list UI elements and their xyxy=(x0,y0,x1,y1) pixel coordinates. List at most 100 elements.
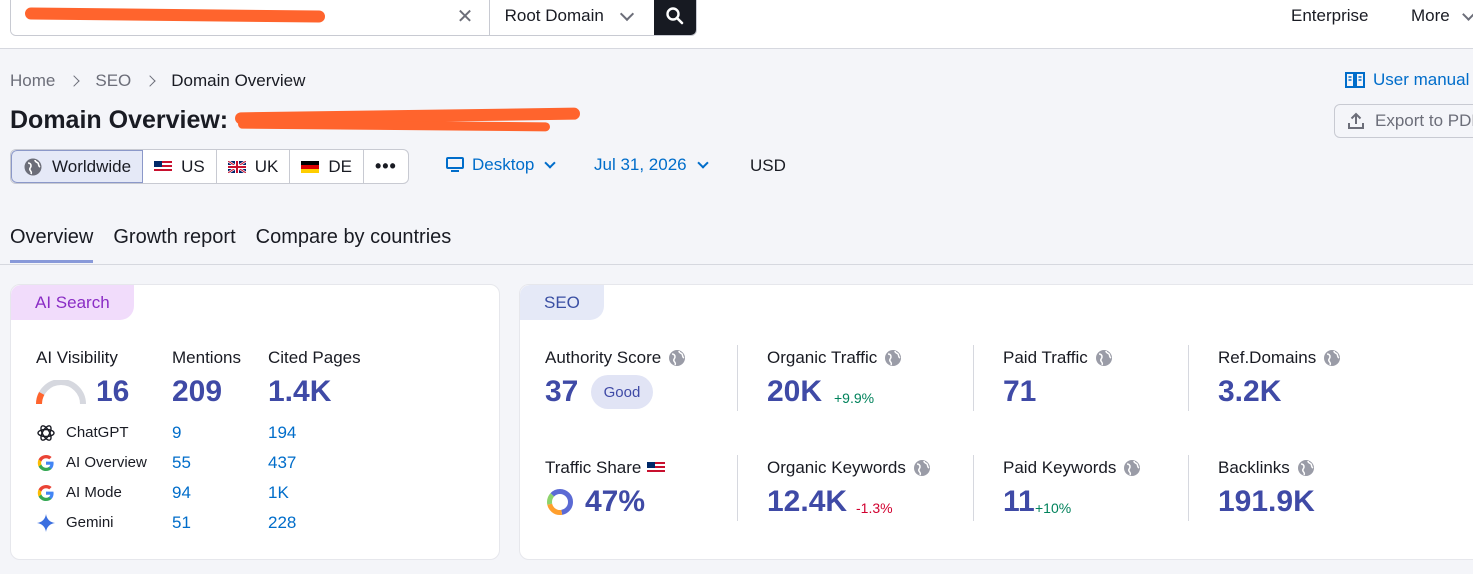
globe-icon xyxy=(913,460,930,476)
search-button[interactable] xyxy=(654,0,696,35)
country-us[interactable]: US xyxy=(143,150,217,183)
paid-traffic-label: Paid Traffic xyxy=(1003,348,1114,368)
flag-us-icon xyxy=(647,462,666,474)
metric-label: Traffic Share xyxy=(545,458,642,477)
breadcrumb: Home SEO Domain Overview xyxy=(10,71,305,91)
ai-row-mentions[interactable]: 55 xyxy=(172,453,191,473)
page-title: Domain Overview: xyxy=(10,106,229,134)
ai-row-cited[interactable]: 194 xyxy=(268,423,296,443)
mentions-value[interactable]: 209 xyxy=(172,375,222,409)
chevron-right-icon xyxy=(144,75,156,87)
breadcrumb-seo[interactable]: SEO xyxy=(95,71,131,91)
export-label: Export to PDF xyxy=(1375,111,1473,130)
globe-icon xyxy=(885,350,902,366)
google-icon xyxy=(37,455,54,471)
ai-row-name: AI Mode xyxy=(66,484,122,501)
seo-tag: SEO xyxy=(520,285,604,320)
divider xyxy=(737,345,738,411)
globe-icon xyxy=(1324,350,1341,366)
device-select-value: Desktop xyxy=(472,155,535,174)
country-uk[interactable]: UK xyxy=(217,150,291,183)
tab-growth-report[interactable]: Growth report xyxy=(113,226,235,263)
currency-label: USD xyxy=(750,156,786,175)
authority-score-label: Authority Score xyxy=(545,348,687,368)
tab-compare-by-countries[interactable]: Compare by countries xyxy=(256,226,452,263)
paid-keywords-delta: +10% xyxy=(1035,500,1072,516)
country-label: US xyxy=(181,156,205,176)
metric-label: Organic Traffic xyxy=(767,348,878,367)
organic-keywords-label: Organic Keywords xyxy=(767,458,932,478)
device-select[interactable]: Desktop xyxy=(446,155,557,175)
metric-label: Backlinks xyxy=(1218,458,1290,477)
more-menu[interactable]: More xyxy=(1411,6,1450,26)
globe-icon xyxy=(1095,350,1112,366)
date-select[interactable]: Jul 31, 2026 xyxy=(594,155,709,175)
backlinks-label: Backlinks xyxy=(1218,458,1316,478)
cited-pages-value[interactable]: 1.4K xyxy=(268,375,331,409)
ai-row-name: AI Overview xyxy=(66,454,147,471)
chevron-down-icon xyxy=(544,157,557,169)
chevron-down-icon xyxy=(619,6,634,21)
country-selector: Worldwide US UK DE ••• xyxy=(10,149,409,184)
tabs-divider xyxy=(0,264,1473,265)
flag-us-icon xyxy=(154,160,173,173)
authority-score-value[interactable]: 37 xyxy=(545,375,578,409)
ai-row-mentions[interactable]: 9 xyxy=(172,423,181,443)
scope-select[interactable]: Root Domain xyxy=(488,0,655,35)
ref-domains-value[interactable]: 3.2K xyxy=(1218,375,1281,409)
ai-row-name: Gemini xyxy=(66,514,114,531)
domain-search-form: ✕ Root Domain xyxy=(10,0,697,36)
authority-badge: Good xyxy=(591,375,653,409)
user-manual-label: User manual xyxy=(1373,70,1470,89)
paid-traffic-value[interactable]: 71 xyxy=(1003,375,1036,409)
divider xyxy=(1188,345,1189,411)
chevron-down-icon xyxy=(696,157,709,169)
divider xyxy=(1188,455,1189,521)
organic-traffic-delta: +9.9% xyxy=(834,390,875,406)
ai-visibility-label: AI Visibility xyxy=(36,348,118,367)
metric-label: Paid Keywords xyxy=(1003,458,1117,477)
backlinks-value[interactable]: 191.9K xyxy=(1218,485,1315,519)
ai-row-cited[interactable]: 228 xyxy=(268,513,296,533)
traffic-share-value[interactable]: 47% xyxy=(585,485,645,519)
ai-row-cited[interactable]: 437 xyxy=(268,453,296,473)
clear-icon[interactable]: ✕ xyxy=(453,5,477,29)
report-tabs: Overview Growth report Compare by countr… xyxy=(10,226,451,263)
traffic-share-donut xyxy=(547,489,573,515)
desktop-icon xyxy=(446,157,464,172)
ai-search-card: AI Search AI Visibility Mentions Cited P… xyxy=(10,284,500,560)
globe-icon xyxy=(669,350,686,366)
more-countries-button[interactable]: ••• xyxy=(364,150,408,183)
metric-label: Organic Keywords xyxy=(767,458,906,477)
breadcrumb-home[interactable]: Home xyxy=(10,71,55,91)
ai-visibility-value[interactable]: 16 xyxy=(96,375,129,409)
ai-row-cited[interactable]: 1K xyxy=(268,483,289,503)
country-label: Worldwide xyxy=(52,156,132,176)
ai-row-mentions[interactable]: 51 xyxy=(172,513,191,533)
more-icon: ••• xyxy=(374,156,397,176)
country-label: UK xyxy=(254,156,279,176)
organic-traffic-label: Organic Traffic xyxy=(767,348,903,368)
date-select-value: Jul 31, 2026 xyxy=(594,155,687,174)
organic-traffic-value[interactable]: 20K xyxy=(767,375,822,409)
organic-keywords-value[interactable]: 12.4K xyxy=(767,485,847,519)
chevron-right-icon xyxy=(68,75,81,87)
country-de[interactable]: DE xyxy=(290,150,364,183)
divider xyxy=(973,455,974,521)
user-manual-link[interactable]: User manual xyxy=(1345,70,1469,90)
globe-icon xyxy=(1297,460,1314,476)
traffic-share-label: Traffic Share xyxy=(545,458,666,478)
globe-icon xyxy=(1124,460,1141,476)
paid-keywords-label: Paid Keywords xyxy=(1003,458,1142,478)
gemini-icon xyxy=(37,514,55,532)
enterprise-link[interactable]: Enterprise xyxy=(1291,6,1368,26)
metric-label: Authority Score xyxy=(545,348,662,367)
ai-row-mentions[interactable]: 94 xyxy=(172,483,191,503)
export-pdf-button[interactable]: Export to PDF xyxy=(1334,104,1473,138)
ref-domains-label: Ref.Domains xyxy=(1218,348,1342,368)
country-worldwide[interactable]: Worldwide xyxy=(11,150,144,183)
paid-keywords-value[interactable]: 11 xyxy=(1003,485,1035,519)
visibility-gauge-fill xyxy=(36,391,45,405)
tab-overview[interactable]: Overview xyxy=(10,226,94,263)
organic-keywords-delta: -1.3% xyxy=(856,500,893,516)
